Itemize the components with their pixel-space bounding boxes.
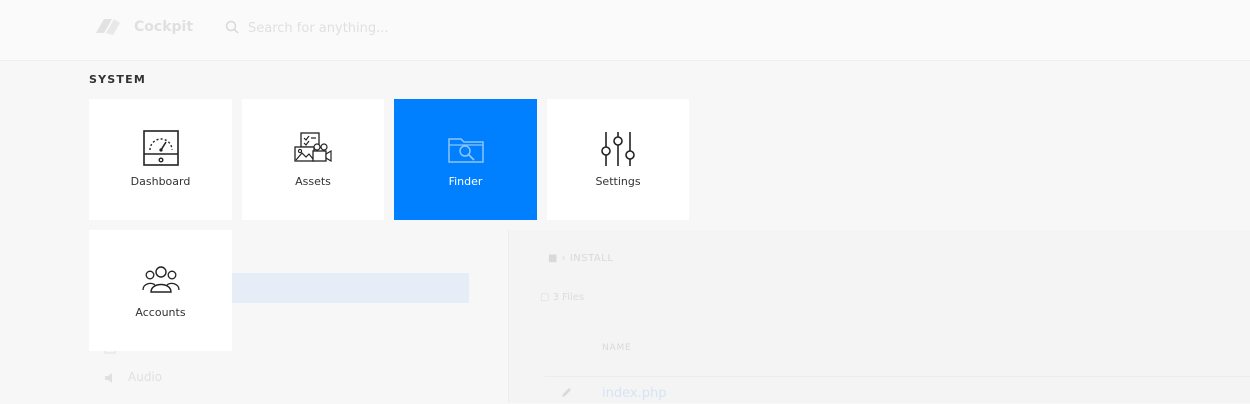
dashboard-tile[interactable]: Dashboard [89, 99, 232, 220]
sidebar-item-audio[interactable]: Audio [128, 370, 162, 384]
app-title: Cockpit [134, 19, 194, 35]
sidebar-selected-row[interactable] [232, 273, 469, 303]
top-bar: Cockpit [0, 0, 1250, 61]
pencil-icon [562, 388, 571, 397]
audio-icon [105, 373, 112, 383]
settings-tile[interactable]: Settings [547, 99, 689, 220]
sliders-icon [601, 132, 635, 166]
folder-search-icon [447, 138, 484, 163]
cockpit-logo-icon [96, 19, 120, 35]
dashboard-tile-label: Dashboard [130, 175, 191, 188]
system-section-label: SYSTEM [89, 73, 146, 86]
name-column-header[interactable]: NAME [602, 343, 632, 353]
breadcrumb-folder[interactable]: INSTALL [570, 253, 614, 264]
settings-tile-label: Settings [595, 175, 641, 188]
assets-tile[interactable]: Assets [242, 99, 384, 220]
search-icon [225, 20, 239, 34]
finder-tile[interactable]: Finder [394, 99, 537, 220]
files-count-label: 3 Files [552, 292, 585, 303]
assets-tile-label: Assets [295, 175, 331, 188]
assets-icon [294, 132, 332, 163]
accounts-tile-label: Accounts [135, 306, 186, 319]
accounts-tile[interactable]: Accounts [89, 230, 232, 351]
file-name-link[interactable]: index.php [602, 386, 666, 401]
dashboard-gauge-icon [142, 130, 179, 166]
finder-tile-label: Finder [448, 175, 483, 188]
users-icon [141, 266, 180, 293]
search-input[interactable] [246, 17, 550, 39]
breadcrumb[interactable]: ■ › INSTALL [548, 253, 613, 264]
files-count: ▢ 3 Files [540, 292, 585, 303]
